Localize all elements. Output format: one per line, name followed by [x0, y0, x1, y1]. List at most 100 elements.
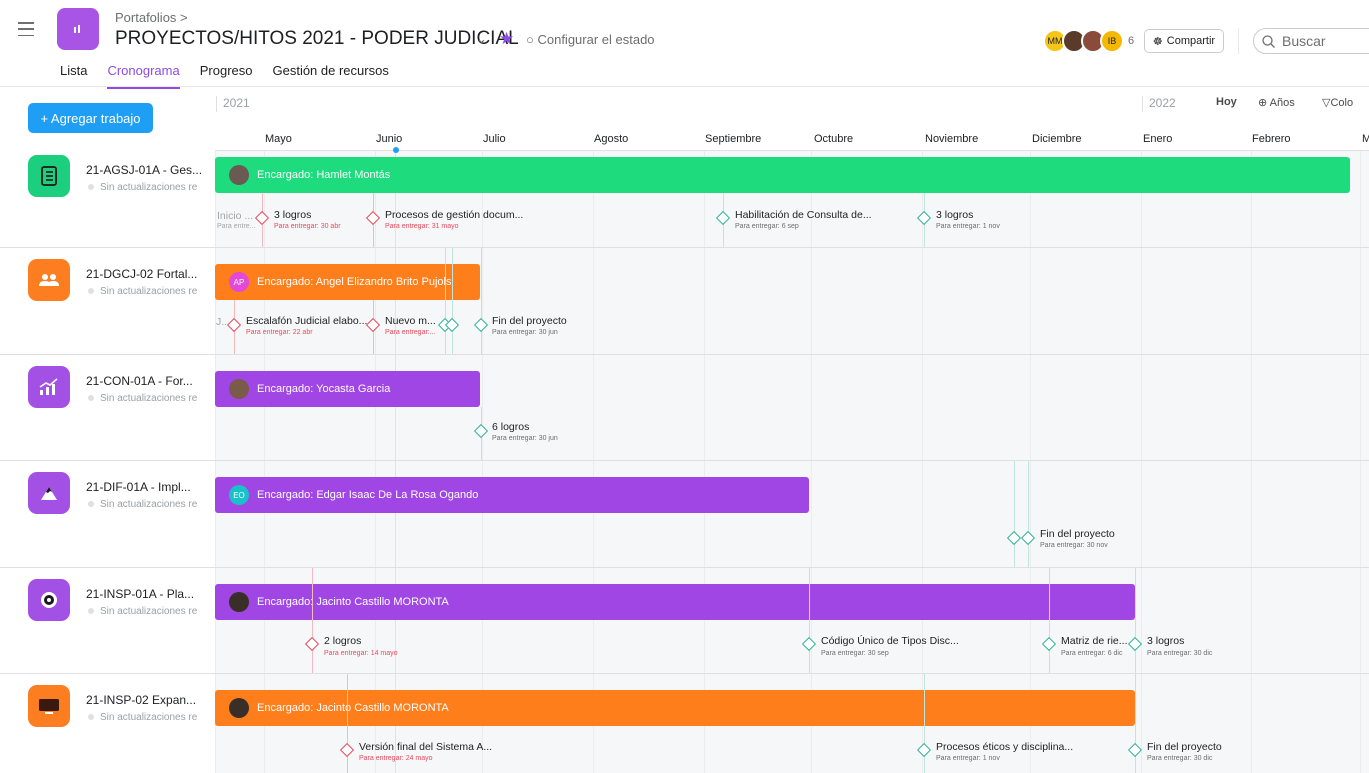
year-label: 2021 [216, 96, 250, 112]
milestone-name[interactable]: Procesos de gestión docum... [385, 209, 523, 221]
milestone-due: Para entregar: 30 dic [1147, 755, 1213, 762]
grid-line [482, 151, 483, 773]
milestone-line [1135, 674, 1136, 773]
today-button[interactable]: Hoy [1216, 96, 1237, 108]
zoom-years-button[interactable]: ⊕ Años [1258, 96, 1295, 109]
milestone-name[interactable]: Código Único de Tipos Disc... [821, 635, 959, 647]
milestone-line [445, 248, 446, 354]
project-bar[interactable]: Encargado: Jacinto Castillo MORONTA [215, 584, 1135, 620]
grid-line [1360, 151, 1361, 773]
app-root: Portafolios > PROYECTOS/HITOS 2021 - POD… [0, 0, 1369, 773]
milestone-due: Para entregar: 1 nov [936, 755, 1000, 762]
project-name[interactable]: 21-AGSJ-01A - Ges... [86, 163, 202, 177]
portfolio-icon [57, 8, 99, 50]
project-name[interactable]: 21-DIF-01A - Impl... [86, 480, 191, 494]
milestone-name[interactable]: 6 logros [492, 421, 529, 433]
row-divider [0, 247, 1369, 248]
bar-label: Encargado: Yocasta Garcia [257, 383, 391, 395]
project-bar[interactable]: EO Encargado: Edgar Isaac De La Rosa Oga… [215, 477, 809, 513]
milestone-line [1135, 568, 1136, 673]
milestone-name[interactable]: Inicio ... [217, 210, 253, 222]
milestone-name[interactable]: 3 logros [274, 209, 311, 221]
milestone-name[interactable]: Fin del proyecto [492, 315, 567, 327]
avatar [229, 165, 249, 185]
share-button[interactable]: ☸ Compartir [1144, 29, 1224, 53]
milestone-name[interactable]: Escalafón Judicial elabo... [246, 315, 367, 327]
project-name[interactable]: 21-INSP-01A - Pla... [86, 587, 194, 601]
header-divider [0, 86, 1369, 87]
avatar [229, 698, 249, 718]
milestone-line [809, 568, 810, 673]
milestone-due: Para entregar: 30 dic [1147, 650, 1213, 657]
star-icon[interactable]: ★ [499, 29, 514, 49]
milestone-name[interactable]: Nuevo m... [385, 315, 436, 327]
milestone-name[interactable]: Fin del proyecto [1147, 741, 1222, 753]
zoom-label: Años [1269, 97, 1295, 109]
today-marker [393, 147, 399, 153]
page-title: PROYECTOS/HITOS 2021 - PODER JUDICIAL [115, 28, 519, 49]
month-label: Noviembre [925, 133, 979, 145]
milestone-name[interactable]: 3 logros [936, 209, 973, 221]
share-label: Compartir [1166, 35, 1216, 47]
milestone-line [1014, 461, 1015, 567]
project-name[interactable]: 21-DGCJ-02 Fortal... [86, 267, 197, 281]
month-label: Diciembre [1032, 133, 1082, 145]
milestone-line [347, 674, 348, 773]
monitor-icon[interactable] [28, 685, 70, 727]
month-label: Enero [1143, 133, 1173, 145]
member-count: 6 [1128, 35, 1135, 47]
search-icon [1262, 34, 1275, 48]
month-label: M [1362, 133, 1369, 145]
trend-chart-icon[interactable] [28, 366, 70, 408]
milestone-line [481, 248, 482, 354]
project-bar[interactable]: AP Encargado: Angel Elizandro Brito Pujo… [215, 264, 480, 300]
chevron-down-icon[interactable]: ⌄ [476, 31, 487, 47]
grid-line [1030, 151, 1031, 773]
avatar: EO [229, 485, 249, 505]
project-bar[interactable]: Encargado: Hamlet Montás [215, 157, 1350, 193]
bar-label: Encargado: Jacinto Castillo MORONTA [257, 596, 449, 608]
status-button[interactable]: ○ Configurar el estado [526, 32, 655, 47]
breadcrumb[interactable]: Portafolios > [115, 10, 188, 25]
row-divider [0, 460, 1369, 461]
avatar: IB [1100, 29, 1124, 53]
milestone-name[interactable]: Fin del proyecto [1040, 528, 1115, 540]
grid-line [704, 151, 705, 773]
target-icon[interactable] [28, 579, 70, 621]
people-icon[interactable] [28, 259, 70, 301]
project-name[interactable]: 21-INSP-02 Expan... [86, 693, 196, 707]
milestone-name[interactable]: 3 logros [1147, 635, 1184, 647]
avatar [229, 379, 249, 399]
list-icon[interactable] [28, 155, 70, 197]
row-divider [0, 673, 1369, 674]
colors-button[interactable]: ▽Colo [1322, 96, 1353, 109]
milestone-name[interactable]: Procesos éticos y disciplina... [936, 741, 1073, 753]
milestone-due: Para entregar: 30 jun [492, 329, 558, 336]
milestone-name[interactable]: Habilitación de Consulta de... [735, 209, 872, 221]
project-update: Sin actualizaciones re [88, 606, 200, 617]
menu-icon[interactable] [18, 22, 34, 36]
project-name[interactable]: 21-CON-01A - For... [86, 374, 193, 388]
project-bar[interactable]: Encargado: Yocasta Garcia [215, 371, 480, 407]
add-work-button[interactable]: + Agregar trabajo [28, 103, 153, 133]
today-line [395, 151, 396, 773]
project-bar[interactable]: Encargado: Jacinto Castillo MORONTA [215, 690, 1135, 726]
milestone-name[interactable]: Versión final del Sistema A... [359, 741, 492, 753]
colors-label: Colo [1330, 97, 1354, 109]
grid-line [375, 151, 376, 773]
search-input[interactable]: Buscar [1253, 28, 1369, 54]
month-label: Febrero [1252, 133, 1291, 145]
project-update: Sin actualizaciones re [88, 286, 200, 297]
member-avatars[interactable]: MM IB 6 [1043, 29, 1134, 53]
mountain-icon[interactable] [28, 472, 70, 514]
milestone-due: Para entregar: 30 jun [492, 435, 558, 442]
project-update: Sin actualizaciones re [88, 712, 200, 723]
milestone-name[interactable]: Matriz de rie... [1061, 635, 1128, 647]
avatar [229, 592, 249, 612]
milestone-due: Para entregar: 14 mayo [324, 650, 398, 657]
milestone-due: Para entregar: 1 nov [936, 223, 1000, 230]
people-icon: ☸ [1152, 35, 1163, 48]
milestone-name[interactable]: 2 logros [324, 635, 361, 647]
month-label: Junio [376, 133, 403, 145]
milestone-due: Para entregar: 30 sep [821, 650, 889, 657]
